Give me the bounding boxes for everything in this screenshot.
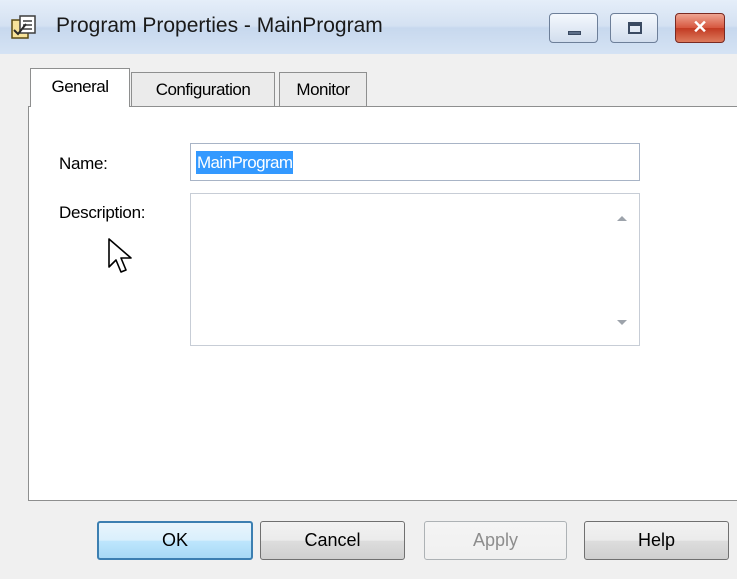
apply-button[interactable]: Apply [424, 521, 567, 560]
description-label: Description: [59, 203, 146, 222]
maximize-icon [628, 22, 642, 34]
close-icon: ✕ [692, 17, 708, 37]
program-properties-icon [11, 15, 36, 39]
general-tab-panel: Name: MainProgram Description: [28, 106, 737, 501]
description-textarea[interactable] [190, 193, 640, 346]
scroll-down-arrow-icon[interactable] [617, 320, 627, 325]
tab-configuration[interactable]: Configuration [131, 72, 275, 106]
scroll-up-arrow-icon[interactable] [617, 216, 627, 221]
close-button[interactable]: ✕ [675, 13, 725, 43]
title-bar[interactable]: Program Properties - MainProgram ✕ [0, 0, 737, 54]
tab-monitor[interactable]: Monitor [279, 72, 367, 106]
help-button[interactable]: Help [584, 521, 729, 560]
name-input-selected-text: MainProgram [196, 151, 294, 174]
name-label: Name: [59, 154, 108, 173]
ok-button[interactable]: OK [97, 521, 253, 560]
tab-general[interactable]: General [30, 68, 130, 107]
window-title: Program Properties - MainProgram [56, 14, 383, 37]
cancel-button[interactable]: Cancel [260, 521, 405, 560]
minimize-button[interactable] [549, 13, 598, 43]
dialog-body: General Configuration Monitor Name: Main… [0, 54, 737, 579]
maximize-button[interactable] [610, 13, 658, 43]
name-input[interactable]: MainProgram [190, 143, 640, 181]
minimize-icon [568, 31, 581, 35]
mouse-cursor-icon [108, 238, 132, 273]
